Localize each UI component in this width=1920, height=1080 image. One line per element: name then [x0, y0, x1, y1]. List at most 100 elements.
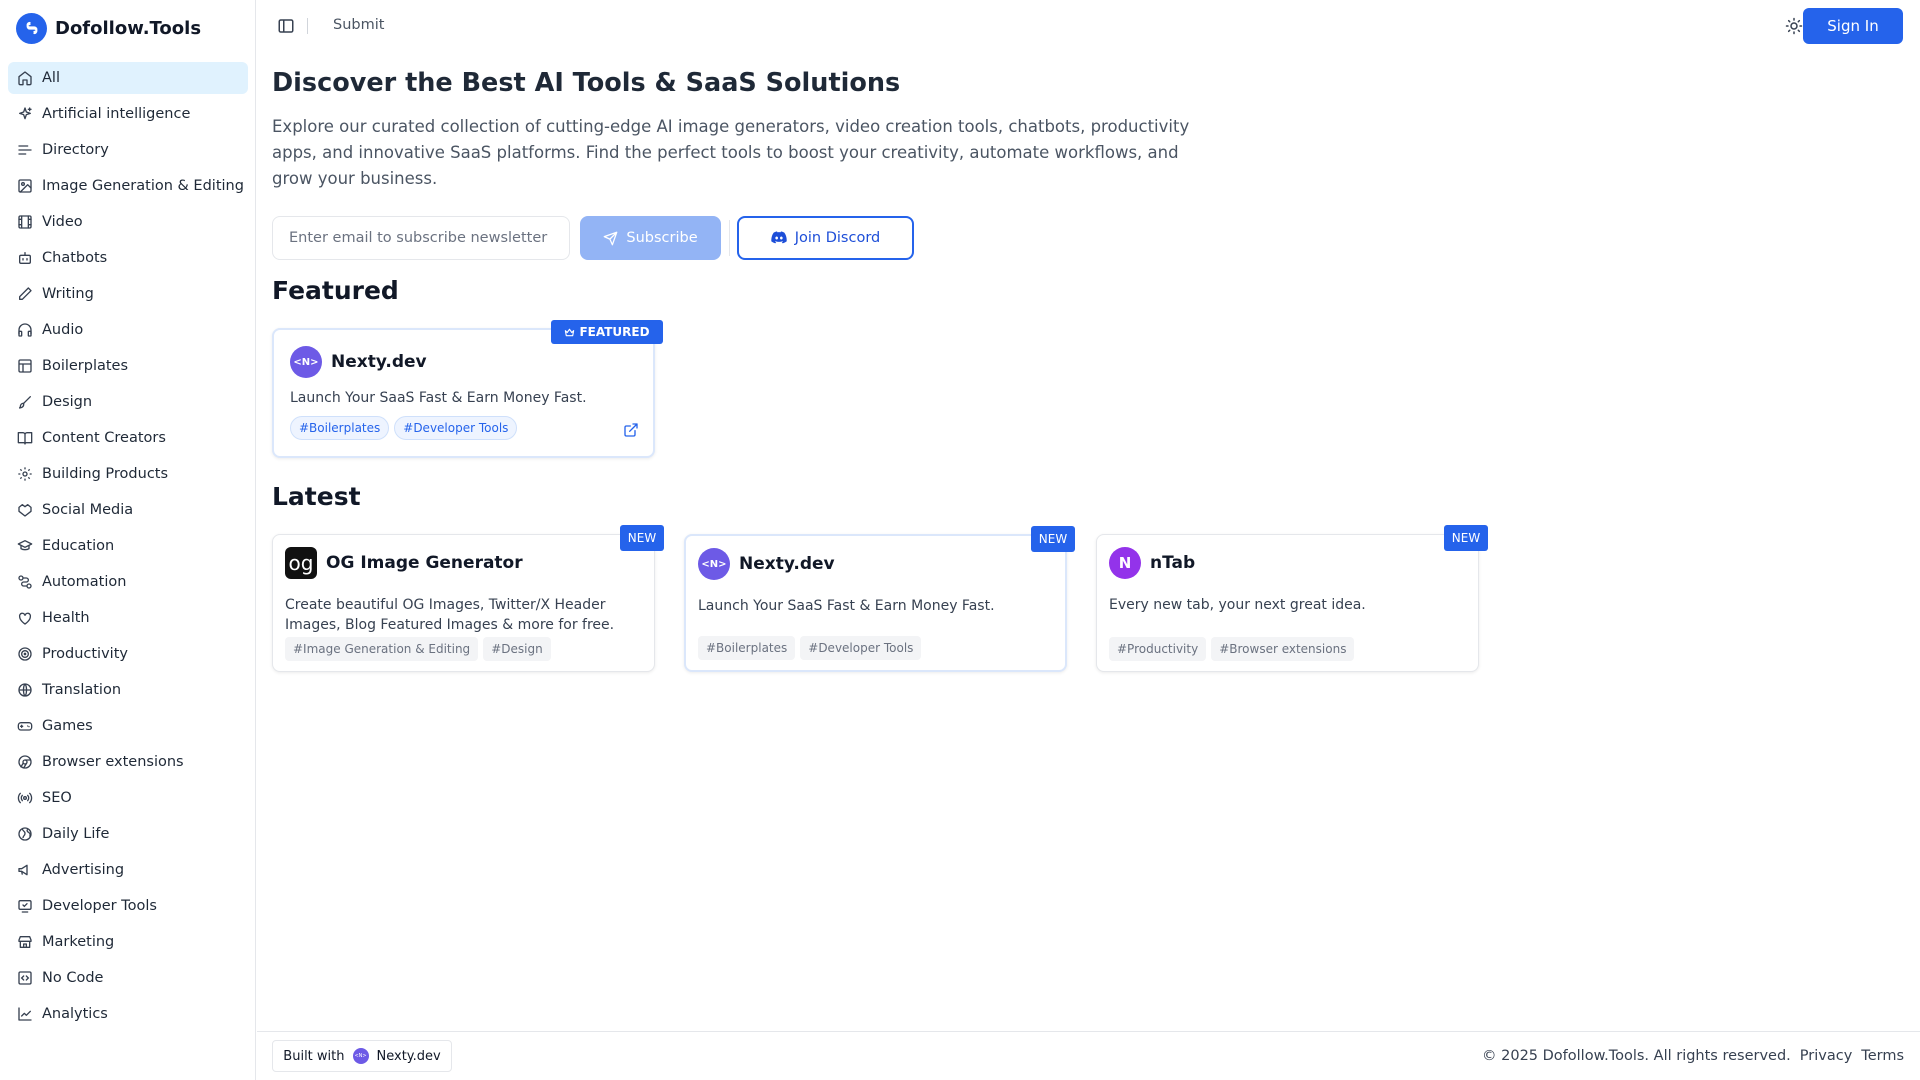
sidebar-item-no-code[interactable]: No Code — [8, 962, 248, 994]
handshake-icon — [17, 502, 33, 518]
featured-card[interactable]: FEATURED <N> Nexty.dev Launch Your SaaS … — [272, 320, 663, 458]
sidebar-item-label: Automation — [42, 574, 127, 590]
sidebar-item-marketing[interactable]: Marketing — [8, 926, 248, 958]
og-logo-icon: og — [285, 547, 317, 579]
page-title: Discover the Best AI Tools & SaaS Soluti… — [272, 68, 901, 98]
nexty-logo-icon: <N> — [290, 346, 322, 378]
sidebar-item-social-media[interactable]: Social Media — [8, 494, 248, 526]
heart-pulse-icon — [17, 610, 33, 626]
featured-badge: FEATURED — [551, 320, 663, 344]
sidebar-item-writing[interactable]: Writing — [8, 278, 248, 310]
ntab-logo-icon: N — [1109, 547, 1141, 579]
subscribe-button[interactable]: Subscribe — [580, 216, 721, 260]
tool-card[interactable]: NEW N nTab Every new tab, your next grea… — [1096, 525, 1488, 672]
header-divider — [307, 18, 308, 34]
card-title: nTab — [1150, 553, 1196, 573]
pen-icon — [17, 286, 33, 302]
card-tags: #Productivity #Browser extensions — [1109, 637, 1355, 661]
submit-link[interactable]: Submit — [333, 17, 384, 33]
card-tags: #Image Generation & Editing #Design — [285, 637, 551, 661]
sidebar-item-label: Advertising — [42, 862, 125, 878]
card-description: Create beautiful OG Images, Twitter/X He… — [285, 597, 615, 633]
sidebar-item-analytics[interactable]: Analytics — [8, 998, 248, 1030]
sidebar-item-seo[interactable]: SEO — [8, 782, 248, 814]
sidebar-item-content-creators[interactable]: Content Creators — [8, 422, 248, 454]
home-icon — [17, 70, 33, 86]
external-link-icon[interactable] — [623, 422, 639, 438]
tag[interactable]: #Image Generation & Editing — [285, 637, 479, 661]
sidebar-item-developer-tools[interactable]: Developer Tools — [8, 890, 248, 922]
chrome-icon — [17, 754, 33, 770]
sidebar-item-label: SEO — [42, 790, 72, 806]
sidebar-item-all[interactable]: All — [8, 62, 248, 94]
sidebar-item-boilerplates[interactable]: Boilerplates — [8, 350, 248, 382]
featured-badge-label: FEATURED — [579, 325, 650, 339]
brand-logo-icon — [16, 12, 47, 44]
globe-icon — [17, 682, 33, 698]
brand[interactable]: Dofollow.Tools — [16, 12, 201, 44]
sidebar-item-productivity[interactable]: Productivity — [8, 638, 248, 670]
discord-icon — [771, 231, 787, 245]
card-description: Every new tab, your next great idea. — [1109, 597, 1366, 613]
bot-icon — [17, 250, 33, 266]
card-title: OG Image Generator — [326, 553, 523, 573]
sidebar-item-video[interactable]: Video — [8, 206, 248, 238]
tag[interactable]: #Boilerplates — [290, 416, 390, 440]
sidebar: Dofollow.Tools All Artificial intelligen… — [0, 0, 256, 1080]
latest-heading: Latest — [272, 482, 361, 511]
headphones-icon — [17, 322, 33, 338]
built-with-badge[interactable]: Built with <N> Nexty.dev — [272, 1040, 452, 1072]
terms-link[interactable]: Terms — [1861, 1048, 1904, 1064]
new-badge: NEW — [1031, 526, 1075, 552]
sidebar-item-translation[interactable]: Translation — [8, 674, 248, 706]
tool-card[interactable]: NEW og OG Image Generator Create beautif… — [272, 525, 664, 672]
tag[interactable]: #Design — [483, 637, 551, 661]
sidebar-item-health[interactable]: Health — [8, 602, 248, 634]
sidebar-item-advertising[interactable]: Advertising — [8, 854, 248, 886]
card-title: Nexty.dev — [331, 352, 427, 372]
sun-icon[interactable] — [1785, 17, 1803, 35]
privacy-link[interactable]: Privacy — [1800, 1048, 1853, 1064]
sidebar-item-image-generation[interactable]: Image Generation & Editing — [8, 170, 248, 202]
sidebar-item-automation[interactable]: Automation — [8, 566, 248, 598]
tag[interactable]: #Browser extensions — [1211, 637, 1355, 661]
sidebar-toggle-icon[interactable] — [277, 17, 295, 35]
sidebar-item-label: Education — [42, 538, 115, 554]
tag[interactable]: #Developer Tools — [800, 636, 922, 660]
footer: Built with <N> Nexty.dev © 2025 Dofollow… — [257, 1031, 1920, 1080]
sidebar-item-audio[interactable]: Audio — [8, 314, 248, 346]
tag[interactable]: #Boilerplates — [698, 636, 796, 660]
line-chart-icon — [17, 1006, 33, 1022]
graduation-cap-icon — [17, 538, 33, 554]
sidebar-item-label: All — [42, 70, 60, 86]
join-discord-label: Join Discord — [794, 230, 881, 246]
new-badge: NEW — [620, 525, 664, 551]
join-discord-button[interactable]: Join Discord — [737, 216, 914, 260]
sidebar-item-education[interactable]: Education — [8, 530, 248, 562]
button-separator — [729, 220, 730, 256]
sidebar-item-label: Video — [42, 214, 83, 230]
sidebar-item-browser-extensions[interactable]: Browser extensions — [8, 746, 248, 778]
workflow-icon — [17, 574, 33, 590]
sidebar-item-games[interactable]: Games — [8, 710, 248, 742]
sidebar-item-label: Artificial intelligence — [42, 106, 191, 122]
sidebar-item-design[interactable]: Design — [8, 386, 248, 418]
list-icon — [17, 142, 33, 158]
sidebar-item-artificial-intelligence[interactable]: Artificial intelligence — [8, 98, 248, 130]
sidebar-item-label: Productivity — [42, 646, 128, 662]
tag[interactable]: #Productivity — [1109, 637, 1207, 661]
gear-icon — [17, 466, 33, 482]
tag[interactable]: #Developer Tools — [394, 416, 518, 440]
brush-icon — [17, 394, 33, 410]
send-icon — [603, 231, 618, 246]
sidebar-item-label: Daily Life — [42, 826, 110, 842]
newsletter-email-input[interactable] — [272, 216, 570, 260]
sidebar-item-daily-life[interactable]: Daily Life — [8, 818, 248, 850]
sidebar-item-chatbots[interactable]: Chatbots — [8, 242, 248, 274]
sidebar-item-directory[interactable]: Directory — [8, 134, 248, 166]
sidebar-item-building-products[interactable]: Building Products — [8, 458, 248, 490]
sign-in-button[interactable]: Sign In — [1803, 8, 1903, 44]
tool-card[interactable]: NEW <N> Nexty.dev Launch Your SaaS Fast … — [684, 526, 1075, 672]
sidebar-item-label: Browser extensions — [42, 754, 184, 770]
sidebar-item-label: Boilerplates — [42, 358, 129, 374]
